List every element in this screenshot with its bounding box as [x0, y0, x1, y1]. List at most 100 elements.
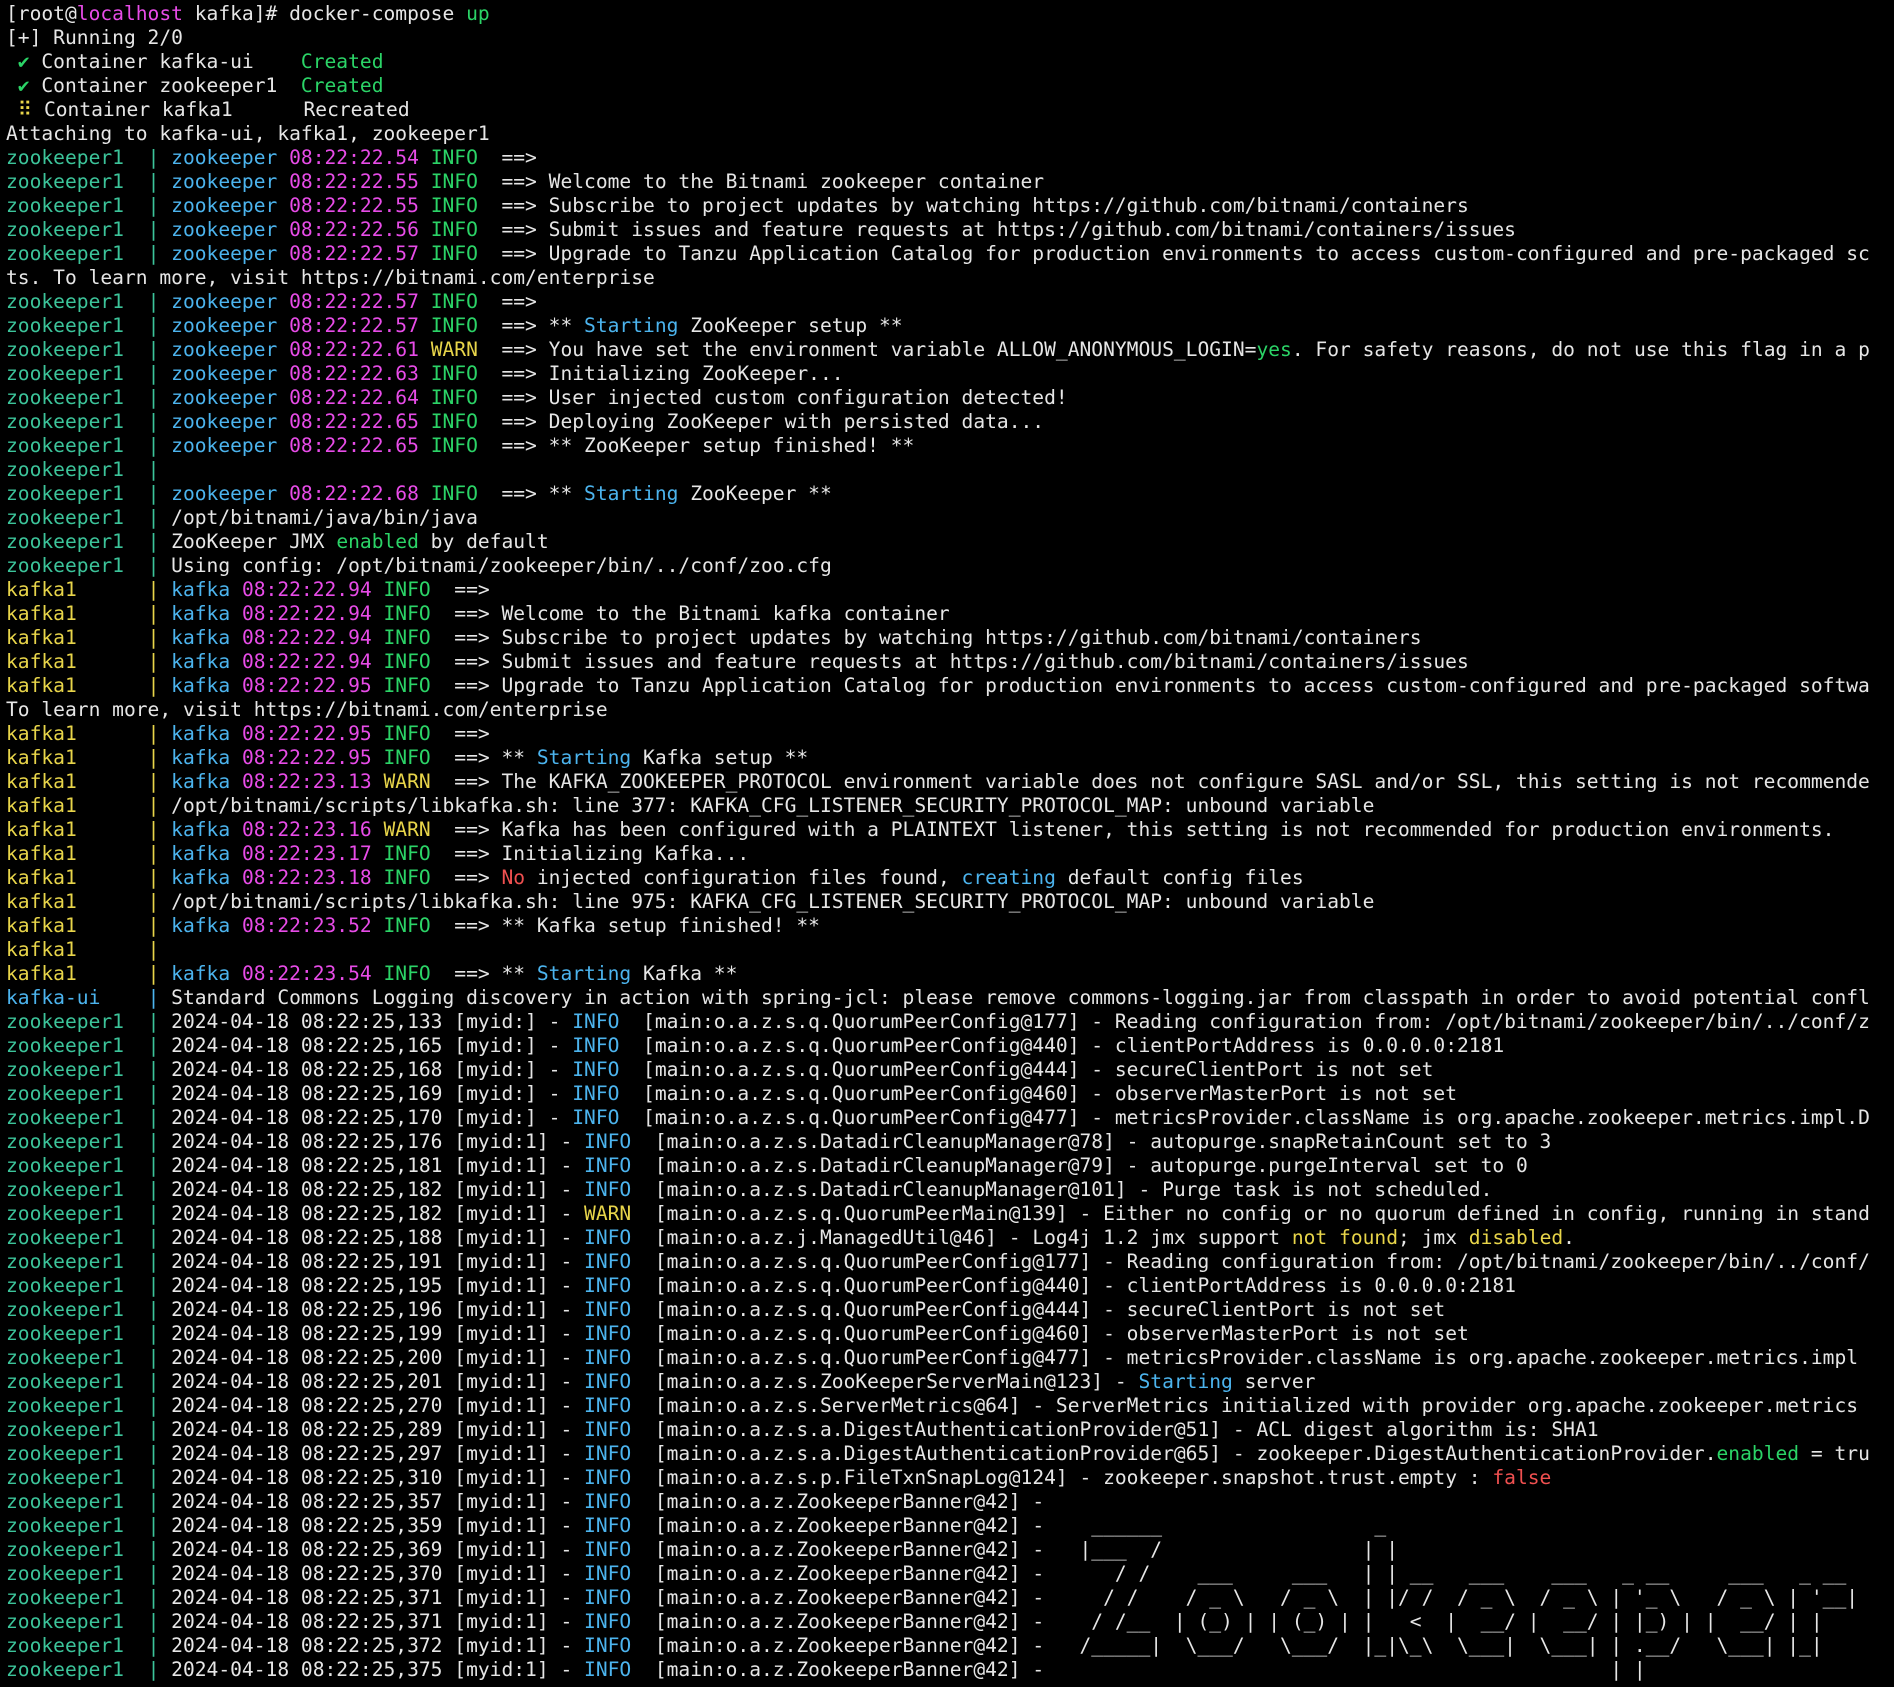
terminal-text-segment: zookeeper1	[6, 554, 148, 577]
terminal-text-segment: zookeeper	[171, 482, 290, 505]
terminal-line: kafka1 | kafka 08:22:23.18 INFO ==> No i…	[6, 866, 1894, 890]
terminal-text-segment: 2024-04-18 08:22:25,289 [myid:1] -	[171, 1418, 585, 1441]
terminal-text-segment: INFO	[572, 1106, 632, 1129]
terminal-line: zookeeper1 | 2024-04-18 08:22:25,375 [my…	[6, 1658, 1894, 1682]
terminal-text-segment: INFO	[383, 722, 443, 745]
terminal-text-segment: ==> Submit issues and feature requests a…	[442, 650, 1469, 673]
terminal-text-segment: INFO	[430, 482, 490, 505]
terminal-text-segment: |	[147, 1034, 172, 1057]
terminal-text-segment: |	[147, 170, 172, 193]
terminal-text-segment: 2024-04-18 08:22:25,359 [myid:1] -	[171, 1514, 585, 1537]
terminal-text-segment: |	[147, 1418, 172, 1441]
terminal-line: zookeeper1 | 2024-04-18 08:22:25,371 [my…	[6, 1610, 1894, 1634]
terminal-text-segment: 08:22:22.55	[289, 170, 431, 193]
terminal-text-segment: INFO	[430, 242, 490, 265]
terminal-text-segment: INFO	[430, 362, 490, 385]
terminal-text-segment: |	[147, 890, 172, 913]
terminal-text-segment: WARN	[430, 338, 490, 361]
terminal-text-segment: Created	[300, 74, 384, 97]
terminal-line: ⠿ Container kafka1 Recreated	[6, 98, 1894, 122]
terminal-text-segment: |	[147, 410, 172, 433]
terminal-text-segment: |	[147, 1466, 172, 1489]
terminal-text-segment: |	[147, 1298, 172, 1321]
terminal-text-segment: INFO	[584, 1298, 644, 1321]
terminal-text-segment: WARN	[383, 818, 443, 841]
terminal-text-segment: zookeeper1	[6, 1226, 148, 1249]
terminal-window[interactable]: [root@localhost kafka]# docker-compose u…	[0, 0, 1894, 1687]
terminal-line: kafka1 | kafka 08:22:23.13 WARN ==> The …	[6, 770, 1894, 794]
terminal-text-segment: zookeeper1	[6, 434, 148, 457]
terminal-text-segment: |	[147, 362, 172, 385]
terminal-text-segment: |	[147, 530, 172, 553]
terminal-line: zookeeper1 | 2024-04-18 08:22:25,169 [my…	[6, 1082, 1894, 1106]
terminal-text-segment: INFO	[430, 314, 490, 337]
terminal-text-segment: kafka1	[6, 650, 148, 673]
terminal-text-segment: INFO	[430, 218, 490, 241]
terminal-line: zookeeper1 | 2024-04-18 08:22:25,133 [my…	[6, 1010, 1894, 1034]
terminal-text-segment: zookeeper	[171, 434, 290, 457]
terminal-text-segment: zookeeper	[171, 362, 290, 385]
terminal-text-segment: ==>	[489, 146, 537, 169]
terminal-line: zookeeper1 | 2024-04-18 08:22:25,371 [my…	[6, 1586, 1894, 1610]
terminal-text-segment: zookeeper1	[6, 506, 148, 529]
terminal-text-segment: INFO	[572, 1010, 632, 1033]
terminal-text-segment: [main:o.a.z.s.q.QuorumPeerMain@139] - Ei…	[643, 1202, 1870, 1225]
terminal-text-segment: 2024-04-18 08:22:25,168 [myid:] -	[171, 1058, 573, 1081]
terminal-text-segment: ts. To learn more, visit https://bitnami…	[6, 266, 655, 289]
terminal-text-segment: kafka-ui	[6, 986, 148, 1009]
terminal-text-segment: zookeeper1	[6, 1106, 148, 1129]
terminal-text-segment: 08:22:23.54	[241, 962, 384, 985]
terminal-text-segment: zookeeper1	[6, 1442, 148, 1465]
terminal-text-segment: Container kafka1 Recreated	[43, 98, 410, 121]
terminal-line: ✔ Container zookeeper1 Created	[6, 74, 1894, 98]
terminal-text-segment: INFO	[584, 1370, 644, 1393]
terminal-text-segment: |	[147, 602, 172, 625]
terminal-text-segment: zookeeper1	[6, 1514, 148, 1537]
terminal-text-segment: 08:22:22.57	[289, 290, 431, 313]
terminal-text-segment: zookeeper1	[6, 1394, 148, 1417]
terminal-text-segment: INFO	[584, 1466, 644, 1489]
terminal-line: zookeeper1 | 2024-04-18 08:22:25,188 [my…	[6, 1226, 1894, 1250]
terminal-line: zookeeper1 | 2024-04-18 08:22:25,369 [my…	[6, 1538, 1894, 1562]
terminal-line: zookeeper1 | 2024-04-18 08:22:25,270 [my…	[6, 1394, 1894, 1418]
terminal-text-segment: ==> **	[489, 482, 585, 505]
terminal-text-segment: |	[147, 1178, 172, 1201]
terminal-text-segment: |	[147, 290, 172, 313]
terminal-text-segment: ==> Subscribe to project updates by watc…	[442, 626, 1422, 649]
terminal-text-segment: ==> The KAFKA_ZOOKEEPER_PROTOCOL environ…	[442, 770, 1870, 793]
terminal-text-segment: |	[147, 458, 172, 481]
terminal-text-segment: [main:o.a.z.s.q.QuorumPeerConfig@177] - …	[643, 1250, 1870, 1273]
terminal-text-segment: kafka1	[6, 842, 148, 865]
terminal-text-segment: 08:22:22.68	[289, 482, 431, 505]
terminal-text-segment: |	[147, 434, 172, 457]
terminal-line: kafka1 | kafka 08:22:22.94 INFO ==> Welc…	[6, 602, 1894, 626]
terminal-line: zookeeper1 | 2024-04-18 08:22:25,176 [my…	[6, 1130, 1894, 1154]
terminal-text-segment: |	[147, 770, 172, 793]
terminal-line: ts. To learn more, visit https://bitnami…	[6, 266, 1894, 290]
terminal-text-segment: Standard Commons Logging discovery in ac…	[171, 986, 1870, 1009]
terminal-text-segment: kafka1	[6, 914, 148, 937]
terminal-text-segment: 08:22:23.18	[241, 866, 384, 889]
terminal-text-segment: zookeeper1	[6, 410, 148, 433]
terminal-text-segment: ==> Initializing Kafka...	[442, 842, 750, 865]
terminal-line: zookeeper1 | zookeeper 08:22:22.54 INFO …	[6, 146, 1894, 170]
terminal-text-segment: kafka1	[6, 626, 148, 649]
terminal-text-segment: ==>	[489, 290, 537, 313]
terminal-text-segment: ==> ** ZooKeeper setup finished! **	[489, 434, 915, 457]
terminal-text-segment: [main:o.a.z.ZookeeperBanner@42] - /_____…	[643, 1634, 1823, 1657]
terminal-text-segment: kafka	[171, 722, 242, 745]
terminal-text-segment: |	[147, 1154, 172, 1177]
terminal-text-segment: WARN	[383, 770, 443, 793]
terminal-line: zookeeper1 | zookeeper 08:22:22.57 INFO …	[6, 314, 1894, 338]
terminal-text-segment: 08:22:23.16	[241, 818, 384, 841]
terminal-text-segment: |	[147, 1130, 172, 1153]
terminal-text-segment: kafka	[171, 674, 242, 697]
terminal-text-segment: 2024-04-18 08:22:25,196 [myid:1] -	[171, 1298, 585, 1321]
terminal-text-segment: INFO	[430, 386, 490, 409]
terminal-text-segment: zookeeper1	[6, 1130, 148, 1153]
terminal-text-segment: [main:o.a.z.s.q.QuorumPeerConfig@477] - …	[631, 1106, 1870, 1129]
terminal-text-segment: [main:o.a.z.s.DatadirCleanupManager@78] …	[643, 1130, 1552, 1153]
terminal-text-segment: zookeeper1	[6, 1154, 148, 1177]
terminal-text-segment: zookeeper1	[6, 386, 148, 409]
terminal-text-segment: INFO	[383, 578, 443, 601]
